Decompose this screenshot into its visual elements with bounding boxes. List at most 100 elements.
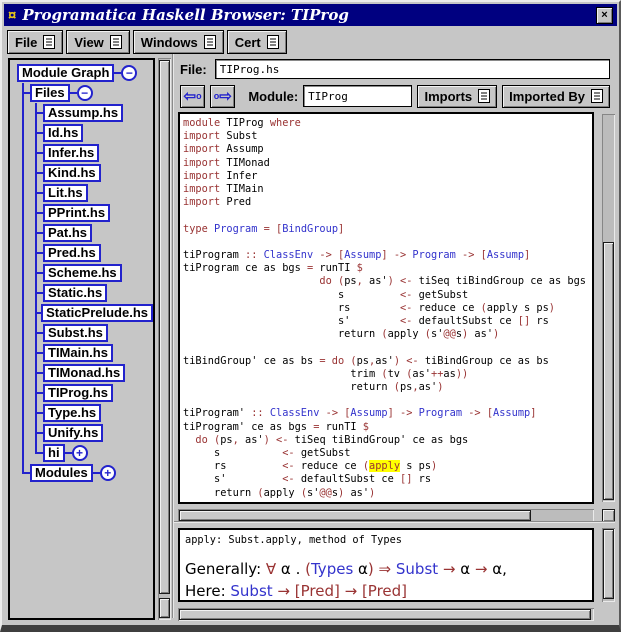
imported-by-button[interactable]: Imported By	[502, 85, 610, 108]
forward-button[interactable]: o ⇨	[210, 85, 235, 108]
info-vscrollbar-thumb[interactable]	[603, 529, 614, 599]
file-node-label[interactable]: Infer.hs	[43, 144, 99, 162]
module-graph-label[interactable]: Module Graph	[17, 64, 114, 82]
menu-icon	[43, 35, 55, 49]
file-node-label[interactable]: PPrint.hs	[43, 204, 110, 222]
panel-divider	[172, 54, 174, 618]
tree-node-file[interactable]: Kind.hs	[43, 163, 153, 183]
code-line: s <- getSubst	[183, 289, 592, 302]
tree-node-module-graph[interactable]: Module Graph −	[17, 63, 153, 83]
tree-node-file[interactable]: Type.hs	[43, 403, 153, 423]
tree-node-files[interactable]: Files −	[30, 83, 153, 103]
files-group-label[interactable]: Files	[30, 84, 70, 102]
code-line: tiProgram' ce as bgs = runTI $	[183, 421, 592, 434]
file-node-label[interactable]: Assump.hs	[43, 104, 123, 122]
module-bar: ⇦ o o ⇨ Module: TIProg Imports Imported …	[180, 84, 610, 108]
menu-cert[interactable]: Cert	[227, 30, 287, 54]
tree-node-file[interactable]: Scheme.hs	[43, 263, 153, 283]
app-icon: ¤	[8, 8, 16, 23]
tree-node-file[interactable]: PPrint.hs	[43, 203, 153, 223]
back-button[interactable]: ⇦ o	[180, 85, 205, 108]
imported-by-label: Imported By	[509, 89, 585, 104]
module-name-field[interactable]: TIProg	[303, 85, 412, 107]
code-line: type Program = [BindGroup]	[183, 223, 592, 236]
file-node-label[interactable]: Type.hs	[43, 404, 101, 422]
tree-node-hi[interactable]: hi +	[43, 443, 153, 463]
identifier-info-panel[interactable]: apply: Subst.apply, method of TypesGener…	[178, 528, 594, 602]
tree-node-file[interactable]: Unify.hs	[43, 423, 153, 443]
tree-node-file[interactable]: Lit.hs	[43, 183, 153, 203]
info-hscrollbar[interactable]	[178, 608, 594, 621]
tree-node-file[interactable]: Pat.hs	[43, 223, 153, 243]
tree-vscrollbar-end[interactable]	[159, 598, 170, 618]
menu-file[interactable]: File	[7, 30, 63, 54]
menu-windows[interactable]: Windows	[133, 30, 224, 54]
file-list: Assump.hs Id.hs Infer.hs Kind.hs Lit.hs …	[43, 103, 153, 443]
menu-file-label: File	[15, 35, 37, 50]
file-node-label[interactable]: TIMonad.hs	[43, 364, 125, 382]
code-line	[183, 341, 592, 354]
file-node-label[interactable]: Subst.hs	[43, 324, 108, 342]
file-node-label[interactable]: Scheme.hs	[43, 264, 122, 282]
file-node-label[interactable]: StaticPrelude.hs	[41, 304, 153, 322]
file-node-label[interactable]: TIProg.hs	[43, 384, 113, 402]
tree-node-file[interactable]: Id.hs	[43, 123, 153, 143]
code-line: import Infer	[183, 170, 592, 183]
code-line	[183, 236, 592, 249]
code-line: import TIMonad	[183, 157, 592, 170]
files-collapse-toggle[interactable]: −	[77, 85, 93, 101]
file-label: File:	[180, 62, 207, 77]
file-node-label[interactable]: Static.hs	[43, 284, 107, 302]
tree-node-file[interactable]: Subst.hs	[43, 323, 153, 343]
tree-node-file[interactable]: TIMain.hs	[43, 343, 153, 363]
menu-view-label: View	[74, 35, 103, 50]
module-graph-collapse-toggle[interactable]: −	[121, 65, 137, 81]
file-node-label[interactable]: Unify.hs	[43, 424, 103, 442]
tree-line	[22, 83, 24, 473]
file-node-label[interactable]: Lit.hs	[43, 184, 88, 202]
file-name-field[interactable]: TIProg.hs	[215, 59, 610, 79]
title-bar: ¤ Programatica Haskell Browser: TIProg ×	[4, 4, 617, 26]
imports-button[interactable]: Imports	[417, 85, 497, 108]
hi-expand-toggle[interactable]: +	[72, 445, 88, 461]
tree-node-file[interactable]: Infer.hs	[43, 143, 153, 163]
info-line: apply: Subst.apply, method of Types	[185, 534, 587, 547]
file-node-label[interactable]: Id.hs	[43, 124, 83, 142]
code-line: do (ps, as') <- tiSeq tiBindGroup' ce as…	[183, 434, 592, 447]
code-line: module TIProg where	[183, 117, 592, 130]
tree-node-modules[interactable]: Modules +	[30, 463, 153, 483]
module-graph-panel: Module Graph − Files − Assump.hs Id.hs	[8, 58, 155, 620]
file-node-label[interactable]: Pred.hs	[43, 244, 101, 262]
code-line: return (ps,as')	[183, 381, 592, 394]
tree-node-file[interactable]: Assump.hs	[43, 103, 153, 123]
code-line: rs <- reduce ce (apply s ps)	[183, 460, 592, 473]
code-vscrollbar[interactable]	[602, 114, 615, 502]
back-arrow-dot: o	[196, 92, 202, 101]
file-node-label[interactable]: TIMain.hs	[43, 344, 113, 362]
code-hscrollbar-thumb[interactable]	[179, 510, 531, 521]
tree-vscrollbar[interactable]	[158, 58, 171, 620]
tree-vscrollbar-thumb[interactable]	[159, 60, 170, 594]
menu-view[interactable]: View	[66, 30, 129, 54]
hi-node-label[interactable]: hi	[43, 444, 65, 462]
code-line: s <- getSubst	[183, 447, 592, 460]
info-hscrollbar-thumb[interactable]	[179, 609, 591, 620]
tree-node-file[interactable]: TIProg.hs	[43, 383, 153, 403]
close-button[interactable]: ×	[596, 7, 613, 24]
info-vscrollbar[interactable]	[602, 528, 615, 602]
file-node-label[interactable]: Pat.hs	[43, 224, 92, 242]
code-line: rs <- reduce ce (apply s ps)	[183, 302, 592, 315]
code-vscrollbar-thumb[interactable]	[603, 242, 614, 500]
tree-node-file[interactable]: TIMonad.hs	[43, 363, 153, 383]
modules-expand-toggle[interactable]: +	[100, 465, 116, 481]
modules-group-label[interactable]: Modules	[30, 464, 93, 482]
file-node-label[interactable]: Kind.hs	[43, 164, 101, 182]
code-view[interactable]: module TIProg whereimport Substimport As…	[178, 112, 594, 504]
tree-node-file[interactable]: Static.hs	[43, 283, 153, 303]
code-line: import Assump	[183, 143, 592, 156]
tree-node-file[interactable]: StaticPrelude.hs	[43, 303, 153, 323]
code-line	[183, 209, 592, 222]
code-line: return (apply (s'@@s) as')	[183, 328, 592, 341]
tree-node-file[interactable]: Pred.hs	[43, 243, 153, 263]
imports-label: Imports	[424, 89, 472, 104]
